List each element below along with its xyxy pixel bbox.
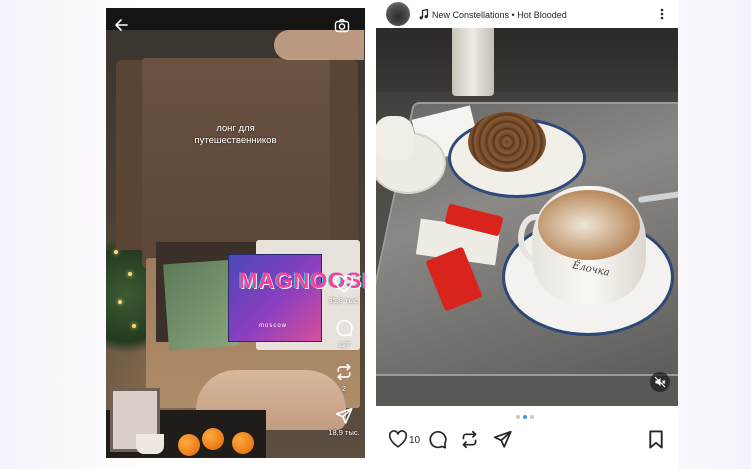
comment-icon — [336, 319, 353, 337]
comment-icon[interactable] — [428, 430, 447, 449]
feed-post: New Constellations • Hot Blooded Ёлочка — [376, 0, 678, 469]
send-icon[interactable] — [493, 430, 512, 449]
mute-button[interactable] — [650, 372, 670, 392]
repost-icon — [337, 363, 351, 381]
reel-share-button[interactable]: 18,9 тыс. — [328, 407, 360, 437]
carousel-dot-active — [523, 415, 527, 419]
reel-comment-count: 127 — [337, 340, 351, 349]
candle-cup — [136, 434, 164, 454]
hand-top — [274, 30, 364, 60]
latte-art — [538, 190, 640, 260]
carousel-dot — [530, 415, 534, 419]
reel-video-frame: MAGNOOSM moscow — [106, 30, 365, 458]
post-header: New Constellations • Hot Blooded — [376, 0, 678, 28]
bookmark-icon[interactable] — [648, 430, 664, 449]
cafe-wall — [376, 28, 678, 92]
caption-line: путешественников — [194, 135, 277, 146]
cinnamon-bun — [468, 112, 546, 172]
box-lid — [142, 58, 330, 268]
post-action-bar: 10 — [376, 426, 678, 454]
reel-share-count: 18,9 тыс. — [328, 428, 360, 437]
music-note-icon — [419, 9, 429, 20]
reel-like-button[interactable]: 35,8 тыс. — [328, 275, 360, 305]
background-cup — [452, 28, 494, 96]
box-flap-right — [326, 60, 358, 250]
reel-like-count: 35,8 тыс. — [328, 296, 360, 305]
camera-icon[interactable] — [334, 18, 350, 34]
cup-left — [376, 116, 414, 160]
carousel-dot — [516, 415, 520, 419]
audio-track-link[interactable]: New Constellations • Hot Blooded — [432, 10, 567, 20]
reel-caption: лонг для путешественников — [106, 123, 365, 147]
magazine-subtitle: moscow — [259, 323, 288, 329]
heart-icon[interactable] — [388, 430, 408, 448]
tangerine — [232, 432, 254, 454]
heart-icon — [334, 275, 354, 293]
send-icon — [335, 407, 353, 424]
caption-line: лонг для — [216, 123, 255, 134]
tangerine — [178, 434, 200, 456]
carousel-indicator — [516, 414, 540, 420]
tangerine — [202, 428, 224, 450]
reel-top-bar — [106, 8, 365, 30]
post-photo[interactable]: Ёлочка — [376, 28, 678, 406]
magazine-cover: MAGNOOSM moscow — [228, 254, 365, 342]
back-arrow-icon[interactable] — [114, 18, 128, 32]
reel-repost-button[interactable]: 2 — [328, 363, 360, 393]
reel-comment-button[interactable]: 127 — [328, 319, 360, 349]
mute-icon — [654, 376, 666, 388]
more-icon[interactable] — [660, 8, 664, 20]
post-like-count[interactable]: 10 — [409, 435, 420, 446]
avatar[interactable] — [386, 2, 410, 26]
reel-video[interactable]: MAGNOOSM moscow лонг для путешественнико… — [106, 8, 365, 458]
reel-repost-count: 2 — [341, 384, 347, 393]
repost-icon[interactable] — [460, 430, 479, 449]
